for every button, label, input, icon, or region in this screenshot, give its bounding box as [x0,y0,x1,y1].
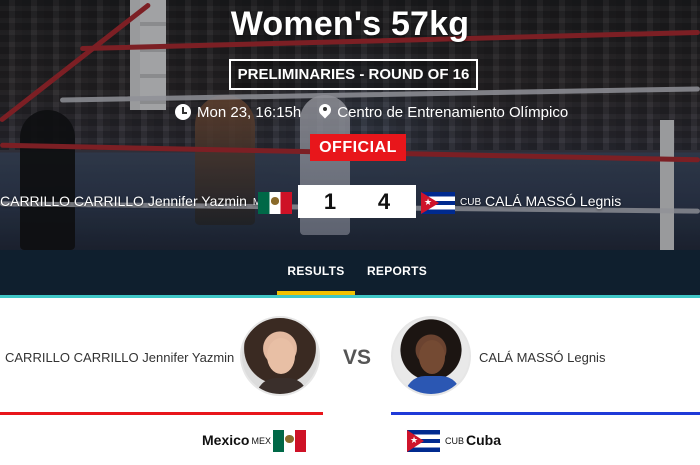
event-venue: Centro de Entrenamiento Olímpico [337,103,569,121]
scoreboard-left-name: CARRILLO CARRILLO Jennifer Yazmin [0,193,247,209]
status-badge: OFFICIAL [310,134,406,161]
scoreboard-left-athlete: CARRILLO CARRILLO Jennifer Yazmin MEX [0,193,274,209]
tab-bar: RESULTS REPORTS [0,250,700,295]
clock-icon [175,104,191,120]
mexico-flag-icon [258,192,292,214]
athlete-left-corner-bar [0,412,323,415]
athlete-right-corner-bar [391,412,700,415]
athlete-left-country: Mexico MEX [202,432,273,448]
athlete-left-avatar[interactable] [240,316,320,396]
event-meta: Mon 23, 16:15h Centro de Entrenamiento O… [175,101,568,123]
location-pin-icon [319,104,331,120]
score-right: 4 [352,185,416,218]
cuba-flag-icon: ★ [421,192,455,214]
athlete-right-name[interactable]: CALÁ MASSÓ Legnis [479,350,605,365]
scoreboard: CARRILLO CARRILLO Jennifer Yazmin MEX 1 … [0,185,700,221]
athlete-right-country-name: Cuba [466,432,502,448]
athlete-right-country-code: CUB [445,436,465,446]
athlete-right-avatar[interactable] [391,316,471,396]
athletes-panel: CARRILLO CARRILLO Jennifer Yazmin VS CAL… [0,298,700,465]
athlete-left-country-name: Mexico [202,432,250,448]
athlete-right-country: CUB Cuba [443,432,501,448]
round-label: PRELIMINARIES - ROUND OF 16 [229,59,478,90]
athlete-left-name[interactable]: CARRILLO CARRILLO Jennifer Yazmin [5,350,234,365]
event-datetime: Mon 23, 16:15h [197,103,302,121]
hero-banner: Women's 57kg PRELIMINARIES - ROUND OF 16… [0,0,700,250]
vs-label: VS [342,346,371,369]
tab-reports[interactable]: REPORTS [360,250,434,295]
scoreboard-right-athlete: CUB CALÁ MASSÓ Legnis [458,193,621,209]
athlete-left-country-code: MEX [251,436,271,446]
scoreboard-right-name: CALÁ MASSÓ Legnis [485,193,622,209]
tab-results[interactable]: RESULTS [277,250,355,295]
event-title: Women's 57kg [230,5,470,43]
cuba-flag-icon: ★ [407,430,440,452]
mexico-flag-icon [273,430,306,452]
scoreboard-right-code: CUB [460,197,482,208]
